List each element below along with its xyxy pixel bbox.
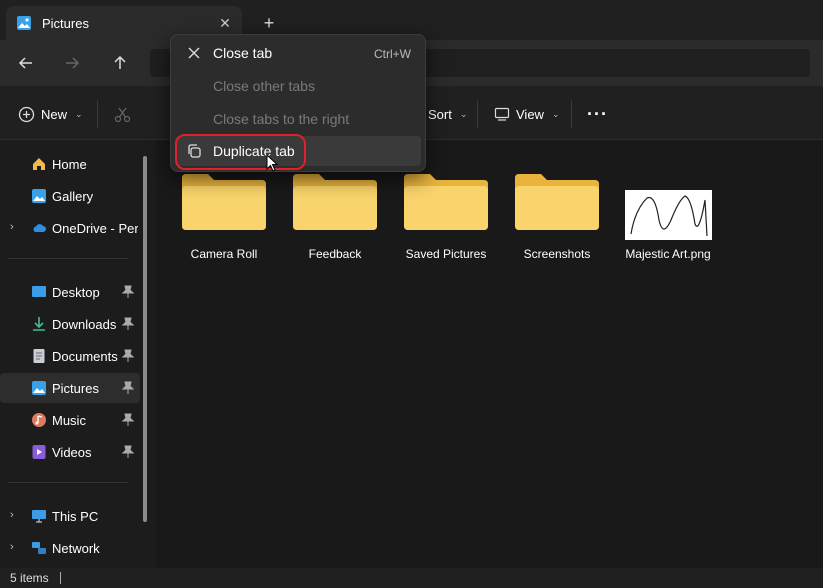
sort-button[interactable]: Sort ⌄ — [428, 100, 467, 128]
shortcut-label: Ctrl+W — [374, 47, 411, 61]
sidebar-item-network[interactable]: › Network — [0, 533, 140, 563]
sort-label: Sort — [428, 106, 452, 122]
more-options-button[interactable]: ··· — [587, 100, 608, 128]
highlight-annotation — [175, 134, 306, 170]
item-count: 5 items — [10, 571, 49, 585]
menu-item-label: Close tabs to the right — [213, 111, 350, 127]
videos-icon — [31, 444, 47, 460]
image-item[interactable]: Majestic Art.png — [613, 160, 723, 270]
status-divider — [60, 572, 61, 584]
pc-icon — [31, 508, 47, 524]
toolbar-divider — [97, 100, 98, 128]
folder-icon — [515, 174, 599, 230]
toolbar-divider — [477, 100, 478, 128]
sidebar-item-onedrive[interactable]: › OneDrive - Perso — [0, 213, 140, 243]
sidebar-item-documents[interactable]: Documents — [0, 341, 140, 371]
menu-item-close-tabs-right[interactable]: Close tabs to the right — [175, 104, 421, 134]
sidebar-item-label: This PC — [52, 509, 99, 524]
sidebar-item-music[interactable]: Music — [0, 405, 140, 435]
scissors-icon — [114, 107, 131, 122]
menu-item-label: Close tab — [213, 45, 273, 61]
cut-button[interactable] — [114, 100, 131, 128]
network-icon — [31, 540, 47, 556]
arrow-up-icon — [114, 55, 126, 69]
folder-item[interactable]: Camera Roll — [169, 160, 279, 270]
sidebar-item-desktop[interactable]: Desktop — [0, 277, 140, 307]
plus-circle-icon — [18, 106, 35, 122]
menu-item-close-tab[interactable]: Close tab Ctrl+W — [175, 38, 421, 68]
status-bar: 5 items — [0, 568, 823, 588]
pin-icon[interactable] — [121, 381, 135, 395]
pin-icon[interactable] — [121, 285, 135, 299]
sidebar-scrollbar[interactable] — [143, 156, 147, 522]
pictures-icon — [31, 380, 47, 396]
menu-item-close-other-tabs[interactable]: Close other tabs — [175, 71, 421, 101]
file-name: Saved Pictures — [405, 247, 487, 261]
pin-icon[interactable] — [121, 413, 135, 427]
cloud-icon — [31, 220, 47, 236]
chevron-right-icon[interactable]: › — [10, 509, 20, 523]
sidebar-item-label: Home — [52, 157, 87, 172]
mouse-cursor-icon — [266, 154, 278, 172]
sidebar-item-home[interactable]: Home — [0, 149, 140, 179]
chevron-right-icon[interactable]: › — [10, 541, 20, 555]
sidebar-item-this-pc[interactable]: › This PC — [0, 501, 140, 531]
view-icon — [494, 107, 510, 121]
file-name: Camera Roll — [190, 247, 258, 261]
sidebar-item-videos[interactable]: Videos — [0, 437, 140, 467]
arrow-left-icon — [18, 57, 32, 69]
new-label: New — [41, 106, 68, 122]
tab-title: Pictures — [42, 15, 89, 31]
close-tab-icon[interactable]: ✕ — [216, 14, 234, 32]
sidebar-item-label: OneDrive - Perso — [52, 221, 138, 236]
chevron-right-icon[interactable]: › — [10, 221, 20, 235]
toolbar-divider — [571, 100, 572, 128]
sidebar-item-gallery[interactable]: Gallery — [0, 181, 140, 211]
sidebar-divider — [8, 258, 128, 259]
menu-item-label: Close other tabs — [213, 78, 315, 94]
chevron-down-icon: ⌄ — [75, 108, 83, 119]
pin-icon[interactable] — [121, 349, 135, 363]
folder-icon — [182, 174, 266, 230]
new-tab-button[interactable]: + — [258, 12, 280, 34]
pin-icon[interactable] — [121, 445, 135, 459]
documents-icon — [31, 348, 47, 364]
desktop-icon — [31, 284, 47, 300]
file-name: Feedback — [308, 247, 362, 261]
music-icon — [31, 412, 47, 428]
arrow-right-icon — [66, 57, 80, 69]
new-button[interactable]: New ⌄ — [18, 100, 83, 128]
chevron-down-icon: ⌄ — [459, 108, 468, 119]
home-icon — [31, 156, 47, 172]
file-name: Majestic Art.png — [625, 247, 711, 261]
folder-item[interactable]: Saved Pictures — [391, 160, 501, 270]
sidebar-item-label: Network — [52, 541, 100, 556]
close-icon — [188, 47, 200, 59]
up-button[interactable] — [106, 50, 134, 76]
sidebar-item-pictures[interactable]: Pictures — [0, 373, 140, 403]
pin-icon[interactable] — [121, 317, 135, 331]
view-button[interactable]: View ⌄ — [494, 100, 560, 128]
gallery-icon — [31, 188, 47, 204]
folder-item[interactable]: Screenshots — [502, 160, 612, 270]
forward-button[interactable] — [58, 50, 86, 76]
download-icon — [31, 316, 47, 332]
folder-icon — [404, 174, 488, 230]
view-label: View — [516, 106, 544, 122]
sidebar-divider — [8, 482, 128, 483]
pictures-icon — [16, 15, 32, 31]
back-button[interactable] — [12, 50, 40, 76]
chevron-down-icon: ⌄ — [551, 108, 560, 119]
file-name: Screenshots — [523, 247, 591, 261]
folder-icon — [293, 174, 377, 230]
image-thumbnail — [625, 190, 712, 240]
file-list: Camera Roll Feedback Saved Pictures Scre… — [156, 140, 823, 568]
sidebar-item-label: Gallery — [52, 189, 94, 204]
sidebar-item-downloads[interactable]: Downloads — [0, 309, 140, 339]
navigation-pane: Home Gallery › OneDrive - Perso Desktop … — [0, 140, 156, 568]
folder-item[interactable]: Feedback — [280, 160, 390, 270]
